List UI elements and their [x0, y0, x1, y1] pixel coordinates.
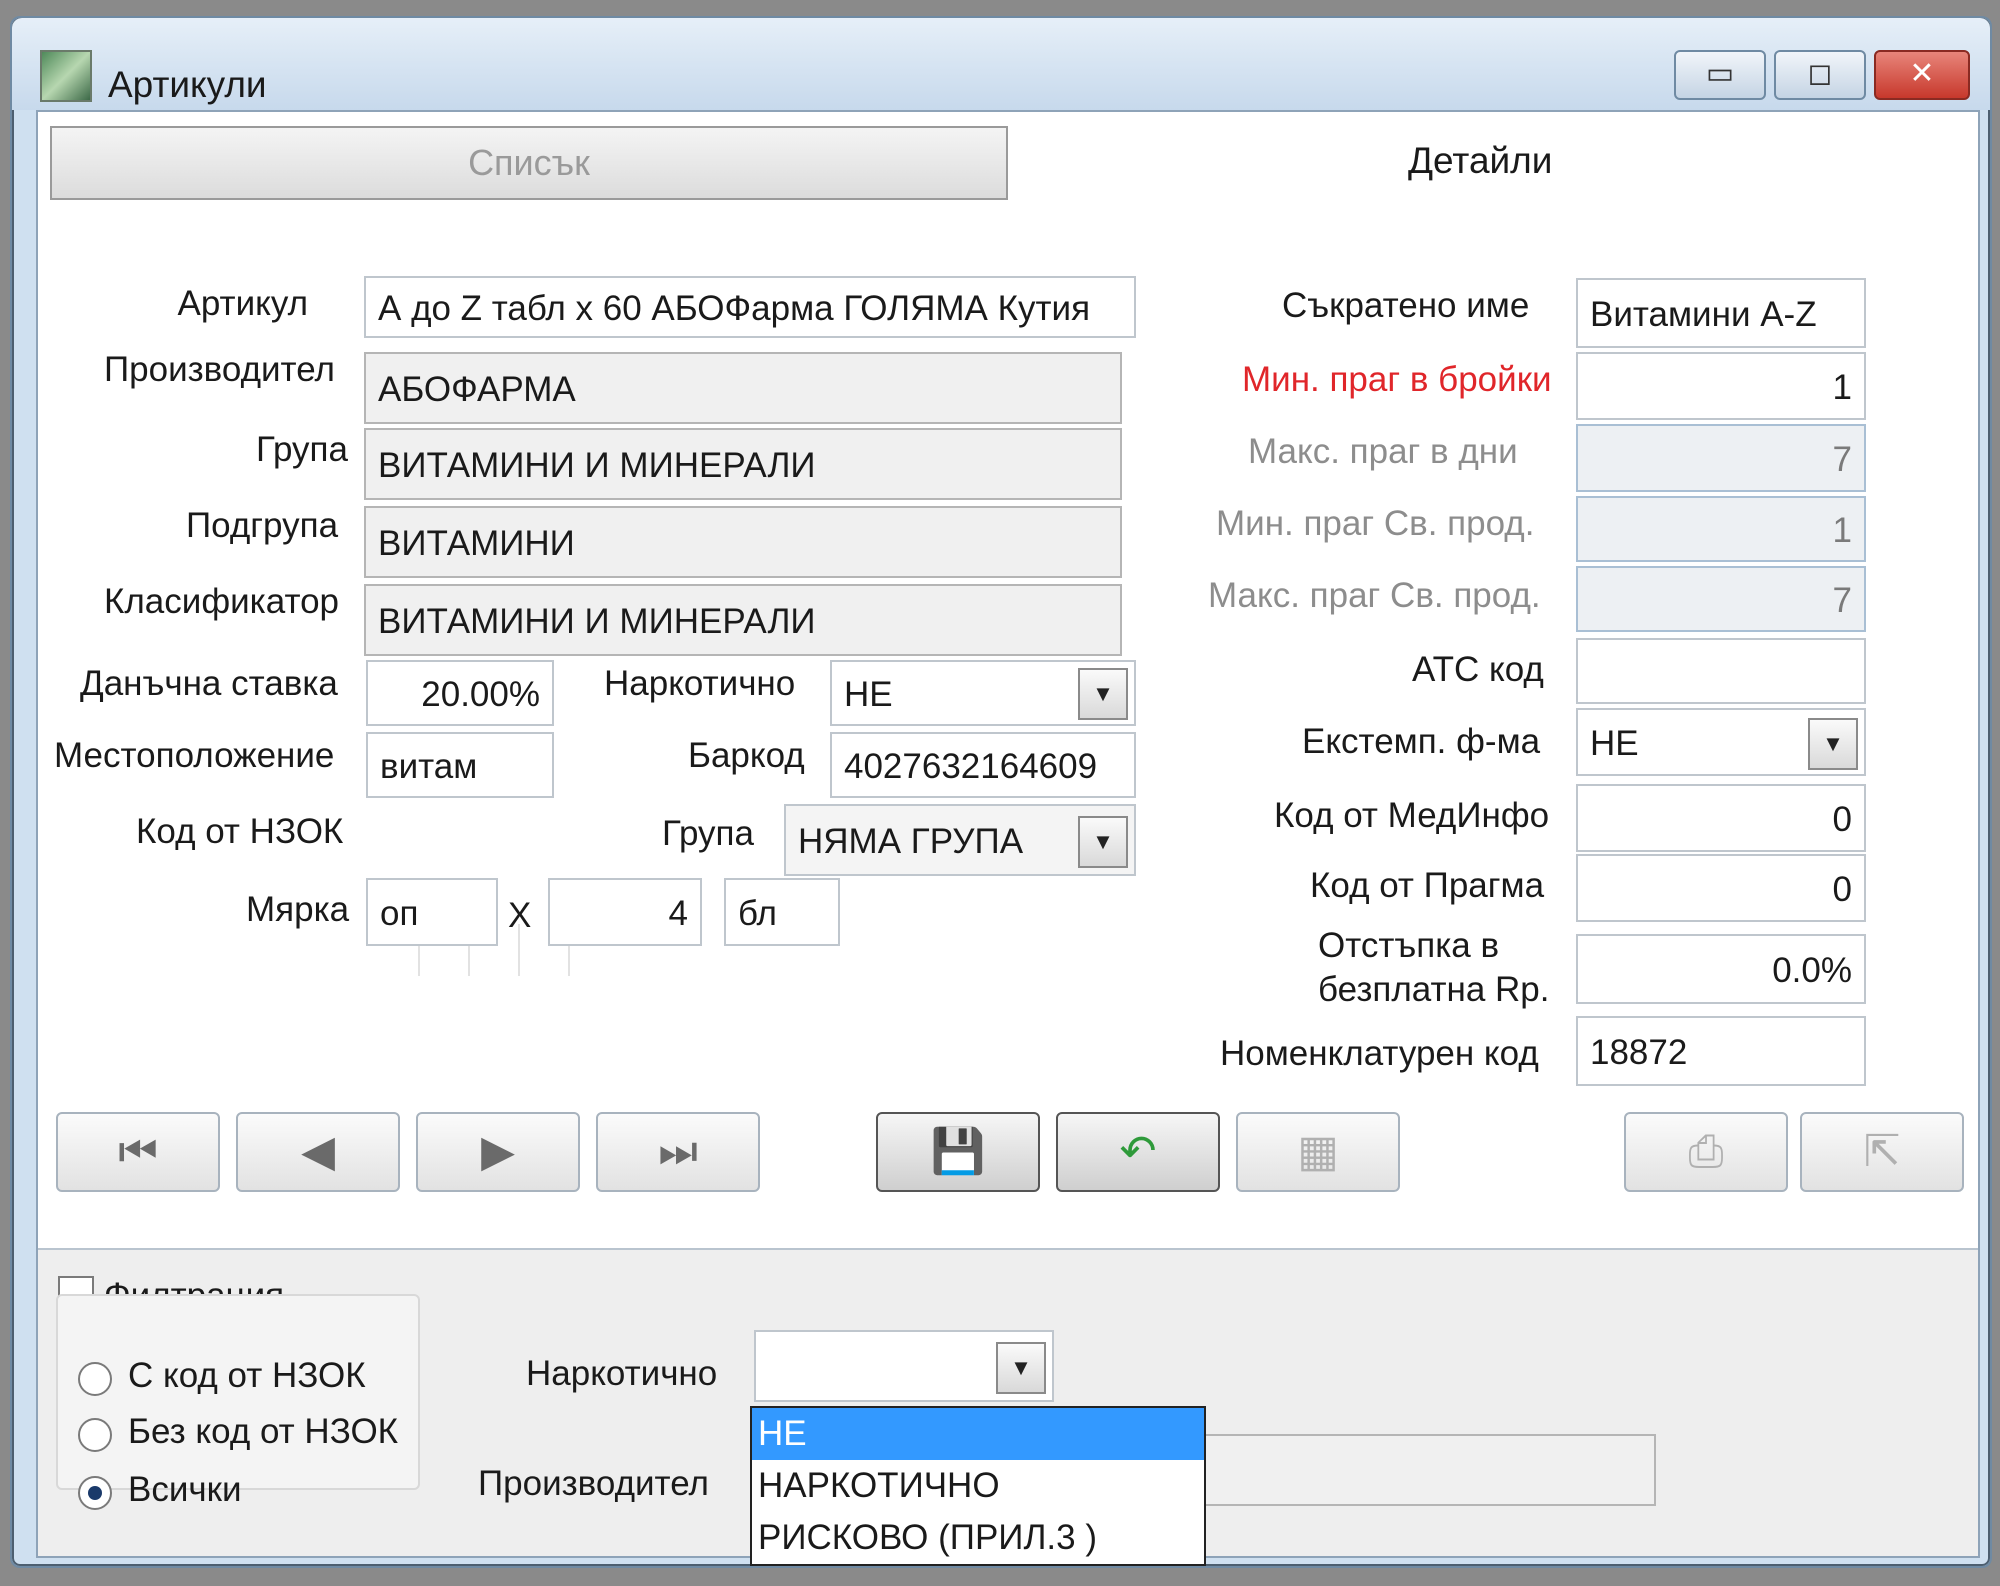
close-button[interactable]: ✕	[1874, 50, 1970, 100]
radio-selected-dot	[88, 1486, 102, 1500]
chevron-down-icon[interactable]: ▼	[1078, 668, 1128, 720]
measure-label: Мярка	[246, 890, 350, 929]
tab-list[interactable]: Списък	[50, 126, 1008, 200]
group-label: Група	[256, 430, 348, 469]
subgroup-field[interactable]: ВИТАМИНИ	[364, 506, 1122, 578]
radio-with-nhif-label: С код от НЗОК	[128, 1356, 366, 1395]
narcotic-label: Наркотично	[604, 664, 796, 703]
pragma-code-field[interactable]: 0	[1576, 854, 1866, 922]
discount-field[interactable]: 0.0%	[1576, 934, 1866, 1004]
location-label: Местоположение	[54, 736, 335, 775]
export-icon: ⇱	[1863, 1127, 1901, 1176]
medinfo-code-label: Код от МедИнфо	[1274, 796, 1550, 835]
dropdown-option[interactable]: НАРКОТИЧНО	[752, 1460, 1204, 1512]
nomenclature-code-label: Номенклатурен код	[1220, 1034, 1539, 1073]
radio-without-nhif[interactable]	[78, 1418, 112, 1452]
dropdown-option[interactable]: РИСКОВО (ПРИЛ.3 )	[752, 1512, 1204, 1564]
dropdown-option[interactable]: НЕ	[752, 1408, 1204, 1460]
next-record-button[interactable]: ▶	[416, 1112, 580, 1192]
barcode-label: Баркод	[688, 736, 805, 775]
group2-label: Група	[662, 814, 754, 853]
classifier-label: Класификатор	[104, 582, 340, 621]
title-bar[interactable]: Артикули ▭ ◻ ✕	[12, 18, 1990, 110]
max-free-label: Макс. праг Св. прод.	[1208, 576, 1541, 615]
minimize-button[interactable]: ▭	[1674, 50, 1766, 100]
chevron-down-icon[interactable]: ▼	[1808, 718, 1858, 770]
extemp-label: Екстемп. ф-ма	[1302, 722, 1541, 761]
extemp-combo-value: НЕ	[1590, 724, 1639, 763]
min-pcs-field[interactable]: 1	[1576, 352, 1866, 420]
tax-rate-field[interactable]: 20.00%	[366, 660, 554, 726]
first-icon: ⏮	[118, 1127, 158, 1176]
radio-with-nhif[interactable]	[78, 1362, 112, 1396]
last-icon: ⏭	[658, 1127, 698, 1176]
article-label: Артикул	[177, 284, 308, 323]
subgroup-label: Подгрупа	[186, 506, 339, 545]
manufacturer-field[interactable]: АБОФАРМА	[364, 352, 1122, 424]
app-icon	[40, 50, 92, 102]
max-days-field[interactable]: 7	[1576, 424, 1866, 492]
narcotic-combo-value: НЕ	[844, 675, 893, 714]
filter-narcotic-combo[interactable]: ▼	[754, 1330, 1054, 1402]
max-free-field[interactable]: 7	[1576, 566, 1866, 632]
atc-code-label: АТС код	[1412, 650, 1544, 689]
measure-subunit-field[interactable]: бл	[724, 878, 840, 946]
delete-icon: ▦	[1297, 1127, 1339, 1176]
narcotic-combo[interactable]: НЕ ▼	[830, 660, 1136, 726]
chevron-down-icon[interactable]: ▼	[1078, 816, 1128, 868]
maximize-button[interactable]: ◻	[1774, 50, 1866, 100]
group2-combo[interactable]: НЯМА ГРУПА ▼	[784, 804, 1136, 876]
client-area: Списък Детайли Артикул А до Z табл x 60 …	[36, 110, 1980, 1566]
chevron-down-icon[interactable]: ▼	[996, 1342, 1046, 1394]
save-icon: 💾	[930, 1127, 986, 1176]
printer-icon: ⎙	[1688, 1127, 1724, 1176]
manufacturer-label: Производител	[104, 350, 335, 389]
min-pcs-label: Мин. праг в бройки	[1242, 360, 1552, 399]
group2-combo-value: НЯМА ГРУПА	[798, 822, 1024, 861]
articles-window: Артикули ▭ ◻ ✕ Списък Детайли Артикул А …	[10, 16, 1992, 1568]
print-button[interactable]: ⎙	[1624, 1112, 1788, 1192]
last-record-button[interactable]: ⏭	[596, 1112, 760, 1192]
measure-qty-field[interactable]: 4	[548, 878, 702, 946]
max-days-label: Макс. праг в дни	[1248, 432, 1518, 471]
discount-label: Отстъпка в	[1318, 926, 1500, 965]
article-field[interactable]: А до Z табл x 60 АБОФарма ГОЛЯМА Кутия	[364, 276, 1136, 338]
extemp-combo[interactable]: НЕ ▼	[1576, 708, 1866, 776]
first-record-button[interactable]: ⏮	[56, 1112, 220, 1192]
location-field[interactable]: витам	[366, 732, 554, 798]
radio-all[interactable]	[78, 1476, 112, 1510]
discount-label-line2: безплатна Rp.	[1318, 970, 1550, 1009]
save-button[interactable]: 💾	[876, 1112, 1040, 1192]
filter-narcotic-label: Наркотично	[526, 1354, 718, 1393]
classifier-field[interactable]: ВИТАМИНИ И МИНЕРАЛИ	[364, 584, 1122, 656]
min-free-label: Мин. праг Св. прод.	[1216, 504, 1535, 543]
pragma-code-label: Код от Прагма	[1310, 866, 1545, 905]
export-button[interactable]: ⇱	[1800, 1112, 1964, 1192]
min-free-field[interactable]: 1	[1576, 496, 1866, 562]
filter-manufacturer-label: Производител	[478, 1464, 709, 1503]
prev-icon: ◀	[301, 1127, 335, 1176]
next-icon: ▶	[481, 1127, 515, 1176]
measure-unit-field[interactable]: оп	[366, 878, 498, 946]
nhif-code-label: Код от НЗОК	[136, 812, 344, 851]
atc-code-field[interactable]	[1576, 638, 1866, 704]
radio-without-nhif-label: Без код от НЗОК	[128, 1412, 399, 1451]
tax-rate-label: Данъчна ставка	[80, 664, 338, 703]
nomenclature-code-field[interactable]: 18872	[1576, 1016, 1866, 1086]
window-title: Артикули	[108, 64, 267, 105]
medinfo-code-field[interactable]: 0	[1576, 784, 1866, 852]
undo-button[interactable]: ↶	[1056, 1112, 1220, 1192]
barcode-field[interactable]: 4027632164609	[830, 732, 1136, 798]
prev-record-button[interactable]: ◀	[236, 1112, 400, 1192]
short-name-label: Съкратено име	[1282, 286, 1530, 325]
measure-x-label: X	[508, 896, 532, 935]
delete-button[interactable]: ▦	[1236, 1112, 1400, 1192]
radio-all-label: Всички	[128, 1470, 242, 1509]
tab-details[interactable]: Детайли	[1408, 140, 1552, 182]
group-field[interactable]: ВИТАМИНИ И МИНЕРАЛИ	[364, 428, 1122, 500]
short-name-field[interactable]: Витамини A-Z	[1576, 278, 1866, 348]
filter-manufacturer-field[interactable]	[1138, 1434, 1656, 1506]
narcotic-dropdown-list[interactable]: НЕ НАРКОТИЧНО РИСКОВО (ПРИЛ.3 )	[750, 1406, 1206, 1566]
undo-icon: ↶	[1119, 1127, 1157, 1176]
